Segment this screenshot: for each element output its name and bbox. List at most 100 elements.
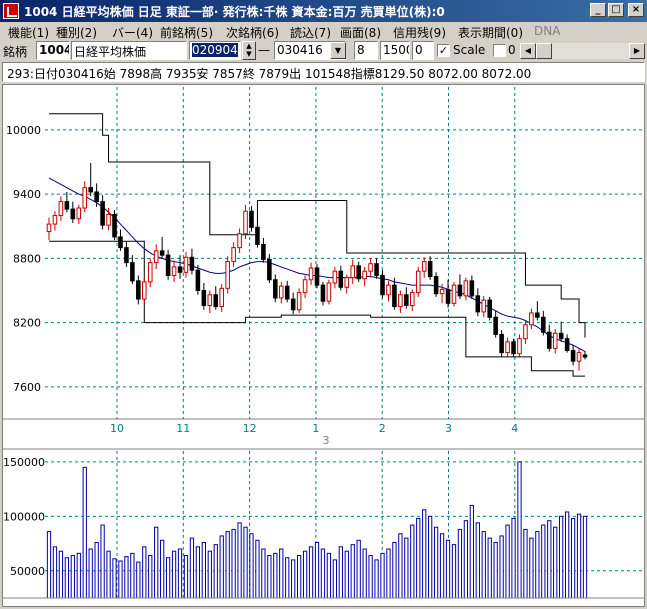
candle-body [570, 349, 576, 362]
volume-bar [46, 531, 52, 599]
maximize-button[interactable]: □ [608, 3, 624, 17]
horizontal-scrollbar[interactable]: ◀ ▶ [520, 43, 645, 59]
candle-body [362, 270, 367, 280]
candle-body [392, 284, 397, 308]
volume-bar [82, 466, 87, 599]
candle-body [326, 282, 332, 302]
menu-bar-type[interactable]: バー(4) [112, 24, 153, 41]
menu-prev-symbol[interactable]: 前銘柄(5) [160, 24, 213, 41]
period-input[interactable]: 8 [354, 41, 378, 60]
menu-margin[interactable]: 信用残(9) [393, 24, 446, 41]
volume-bar [368, 555, 373, 599]
volume-bar [547, 520, 552, 599]
volume-bar [58, 550, 64, 599]
quote-info: 293:日付030416始 7898高 7935安 7857終 7879出 10… [7, 67, 532, 81]
candle-body [505, 341, 510, 354]
candle-body [511, 341, 516, 355]
volume-bar [445, 539, 451, 599]
volume-bar [576, 513, 582, 599]
menu-function[interactable]: 機能(1) [8, 24, 49, 41]
candle-body [529, 312, 534, 326]
minimize-button[interactable]: _ [590, 3, 606, 17]
volume-bar [64, 557, 70, 599]
volume-bar [469, 504, 474, 599]
candle-body [356, 265, 361, 280]
volume-bar [374, 559, 379, 599]
candle-body [171, 266, 177, 276]
candle-body [451, 284, 457, 304]
volume-bar [529, 537, 534, 599]
menu-display-period[interactable]: 表示期間(0) [458, 24, 523, 41]
start-date-input[interactable]: 020904 [189, 41, 241, 60]
volume-bar [428, 515, 433, 599]
chart-area[interactable]: 10 11 12 1 2 3 4 3 10000 9400 8800 8200 7600 150000 10… [2, 84, 645, 607]
window-title: 1004 日経平均株価 日足 東証一部· 発行株:千株 資本金:百万 売買単位(… [24, 5, 445, 19]
volume-bar [356, 539, 361, 599]
name-field[interactable]: 日経平均株価 [71, 41, 187, 60]
x-month-label: 4 [511, 422, 518, 435]
candle-body [332, 270, 338, 284]
menu-load[interactable]: 読込(7) [290, 24, 331, 41]
candle-body [558, 332, 564, 340]
count-input[interactable]: 1500 [380, 41, 410, 60]
volume-bar [207, 550, 212, 599]
candle-body [124, 247, 129, 264]
volume-bar [219, 535, 224, 599]
volume-bar [279, 548, 284, 599]
candle-body [153, 250, 159, 264]
volume-bar [267, 555, 272, 599]
code-input[interactable]: 1004 [36, 41, 70, 60]
candle-body [82, 187, 88, 209]
candle-body [368, 263, 373, 272]
volume-bar [392, 541, 397, 599]
candle-body [380, 274, 385, 296]
volume-bar [94, 541, 99, 599]
menu-screen[interactable]: 画面(8) [340, 24, 381, 41]
volume-bar [195, 546, 201, 599]
candle-body [433, 276, 439, 295]
candle-body [398, 294, 403, 308]
candle-body [469, 280, 475, 297]
menu-type[interactable]: 種別(2) [56, 24, 97, 41]
price-volume-chart[interactable]: 10 11 12 1 2 3 4310000940088008200760015000010… [3, 85, 644, 606]
price-tick-label: 8200 [13, 317, 41, 330]
scroll-right-icon[interactable]: ▶ [629, 43, 645, 59]
candle-body [237, 233, 242, 249]
volume-bar [76, 552, 81, 599]
toolbar: 銘柄 1004 日経平均株価 020904 ▲ ▼ — 030416 ▼ 8 15… [0, 40, 647, 62]
start-date-spinner[interactable]: ▲ ▼ [242, 41, 256, 60]
candle-body [421, 261, 427, 272]
candle-body [541, 316, 546, 333]
candle-body [225, 261, 230, 289]
scale-checkbox[interactable]: ✓ [437, 44, 450, 57]
candle-body [308, 267, 314, 281]
offset-input[interactable]: 0 [412, 41, 434, 60]
candle-body [475, 295, 481, 313]
candle-body [183, 256, 189, 273]
volume-bar [433, 526, 439, 599]
x-year-label: 3 [323, 434, 330, 447]
scroll-thumb[interactable] [536, 43, 552, 59]
extra-checkbox[interactable] [493, 44, 506, 57]
volume-bar [475, 522, 480, 599]
price-tick-label: 8800 [13, 252, 41, 265]
chevron-down-icon[interactable]: ▼ [330, 42, 346, 59]
volume-bar [582, 515, 588, 599]
volume-bar [291, 559, 296, 599]
extra-value: 0 [508, 43, 516, 57]
candle-body [493, 316, 498, 335]
menu-dna: DNA [534, 24, 561, 38]
candle-body [207, 294, 213, 306]
scroll-left-icon[interactable]: ◀ [520, 43, 536, 59]
close-button[interactable]: × [628, 3, 644, 17]
app-icon[interactable] [3, 3, 19, 19]
price-tick-label: 9400 [13, 188, 41, 201]
volume-bar [559, 515, 564, 599]
volume-bar [88, 548, 93, 599]
candle-body [189, 256, 195, 271]
candle-body [278, 285, 284, 299]
volume-bar [118, 560, 123, 599]
menu-next-symbol[interactable]: 次銘柄(6) [226, 24, 279, 41]
candle-body [386, 284, 391, 296]
volume-bar [225, 531, 230, 599]
